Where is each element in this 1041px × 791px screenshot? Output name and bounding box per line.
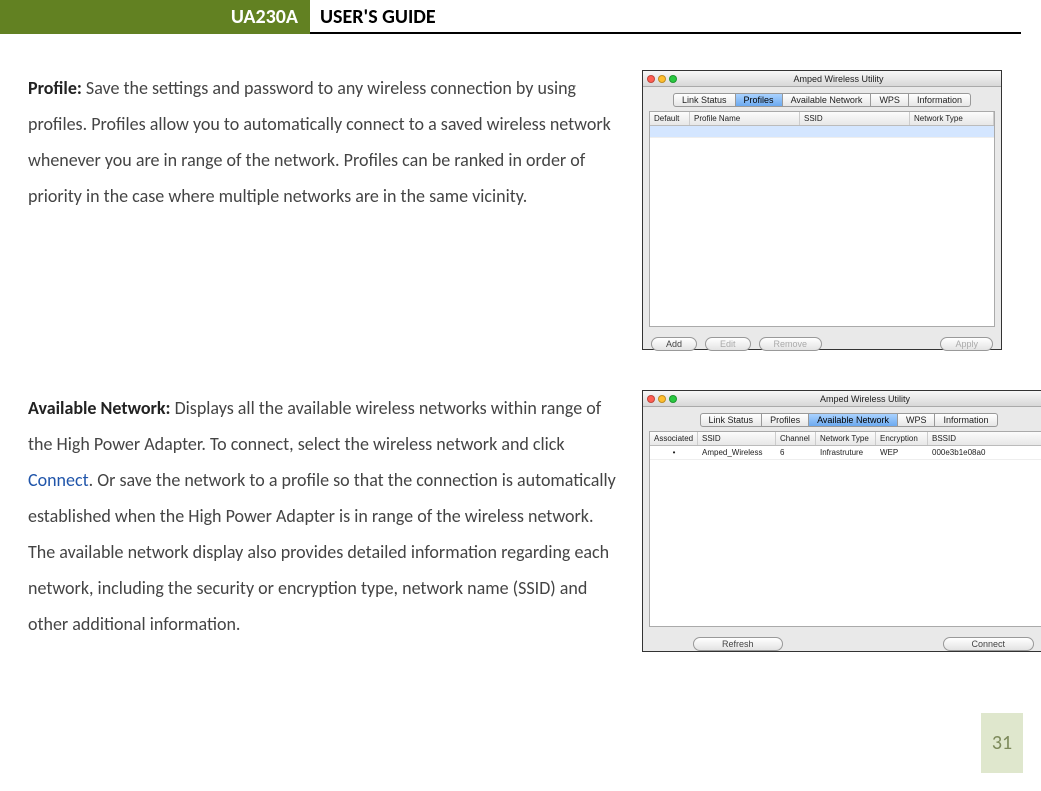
col-profile-name: Profile Name xyxy=(690,112,800,125)
col-ssid: SSID xyxy=(800,112,910,125)
tab-profiles[interactable]: Profiles xyxy=(736,93,783,107)
tab-link-status[interactable]: Link Status xyxy=(700,413,763,427)
profiles-table: Default Profile Name SSID Network Type xyxy=(649,111,995,327)
col-network-type: Network Type xyxy=(816,432,876,445)
window-title: Amped Wireless Utility xyxy=(680,394,1041,404)
apply-button[interactable]: Apply xyxy=(940,337,993,351)
cell-ssid: Amped_Wireless xyxy=(698,446,776,459)
profile-text: Profile: Save the settings and password … xyxy=(28,70,618,214)
table-header: Default Profile Name SSID Network Type xyxy=(650,112,994,126)
cell-encryption: WEP xyxy=(876,446,928,459)
tab-information[interactable]: Information xyxy=(935,413,997,427)
cell-bssid: 000e3b1e08a0 xyxy=(928,446,1041,459)
minimize-light-icon xyxy=(658,75,666,83)
available-network-label: Available Network: xyxy=(28,397,171,419)
profiles-screenshot: Amped Wireless Utility Link Status Profi… xyxy=(642,70,1002,350)
close-light-icon xyxy=(647,75,655,83)
cell-network-type: Infrastruture xyxy=(816,446,876,459)
edit-button[interactable]: Edit xyxy=(705,337,751,351)
zoom-light-icon xyxy=(669,75,677,83)
col-ssid: SSID xyxy=(698,432,776,445)
doc-title: USER'S GUIDE xyxy=(320,0,436,34)
window-titlebar: Amped Wireless Utility xyxy=(643,391,1041,407)
page-header: UA230A USER'S GUIDE xyxy=(0,0,1021,34)
available-network-text: Available Network: Displays all the avai… xyxy=(28,390,618,642)
connect-button[interactable]: Connect xyxy=(943,637,1035,651)
cell-channel: 6 xyxy=(776,446,816,459)
cell-associated: • xyxy=(650,446,698,459)
refresh-button[interactable]: Refresh xyxy=(693,637,783,651)
zoom-light-icon xyxy=(669,395,677,403)
tab-link-status[interactable]: Link Status xyxy=(673,93,736,107)
tab-wps[interactable]: WPS xyxy=(871,93,909,107)
available-network-body-b: . Or save the network to a profile so th… xyxy=(28,469,616,635)
connect-link-text: Connect xyxy=(28,469,89,491)
page-content: Profile: Save the settings and password … xyxy=(0,34,1041,652)
window-title: Amped Wireless Utility xyxy=(680,74,997,84)
minimize-light-icon xyxy=(658,395,666,403)
col-default: Default xyxy=(650,112,690,125)
tab-bar: Link Status Profiles Available Network W… xyxy=(643,407,1041,427)
model-badge: UA230A xyxy=(0,0,310,34)
table-header: Associated SSID Channel Network Type Enc… xyxy=(650,432,1041,446)
col-bssid: BSSID xyxy=(928,432,1041,445)
section-available-network: Available Network: Displays all the avai… xyxy=(28,390,1013,652)
tab-available-network[interactable]: Available Network xyxy=(809,413,898,427)
tab-available-network[interactable]: Available Network xyxy=(783,93,872,107)
col-channel: Channel xyxy=(776,432,816,445)
available-network-screenshot: Amped Wireless Utility Link Status Profi… xyxy=(642,390,1041,652)
section-profile: Profile: Save the settings and password … xyxy=(28,70,1013,350)
button-row: Refresh Connect xyxy=(643,631,1041,659)
col-encryption: Encryption xyxy=(876,432,928,445)
tab-bar: Link Status Profiles Available Network W… xyxy=(643,87,1001,107)
profile-label: Profile: xyxy=(28,77,82,99)
page-number: 31 xyxy=(981,713,1023,773)
col-network-type: Network Type xyxy=(910,112,994,125)
table-row[interactable]: • Amped_Wireless 6 Infrastruture WEP 000… xyxy=(650,446,1041,460)
tab-wps[interactable]: WPS xyxy=(898,413,936,427)
networks-table: Associated SSID Channel Network Type Enc… xyxy=(649,431,1041,627)
close-light-icon xyxy=(647,395,655,403)
profile-body: Save the settings and password to any wi… xyxy=(28,77,611,207)
add-button[interactable]: Add xyxy=(651,337,697,351)
table-row[interactable] xyxy=(650,126,994,138)
tab-profiles[interactable]: Profiles xyxy=(762,413,809,427)
window-titlebar: Amped Wireless Utility xyxy=(643,71,1001,87)
remove-button[interactable]: Remove xyxy=(759,337,823,351)
button-row: Add Edit Remove Apply xyxy=(643,331,1001,359)
col-associated: Associated xyxy=(650,432,698,445)
tab-information[interactable]: Information xyxy=(909,93,971,107)
